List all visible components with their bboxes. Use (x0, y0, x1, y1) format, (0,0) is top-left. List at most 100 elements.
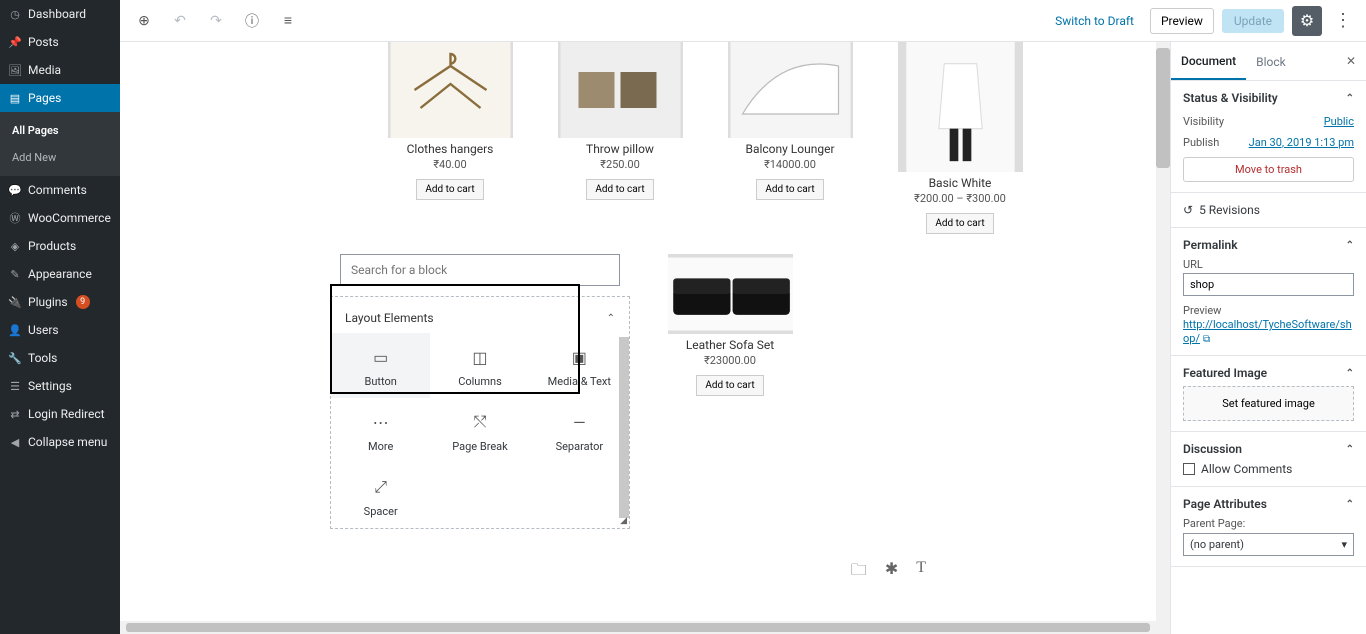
folder-icon[interactable]: 🗀 (851, 559, 867, 586)
external-link-icon: ⧉ (1203, 334, 1210, 345)
menu-collapse[interactable]: ◀Collapse menu (0, 428, 120, 456)
product-title: Balcony Lounger (745, 142, 834, 156)
block-option-more[interactable]: ⋯More (331, 398, 430, 463)
undo-button[interactable]: ↶ (166, 7, 194, 35)
chevron-up-icon[interactable]: ⌃ (1346, 240, 1354, 251)
menu-settings[interactable]: ☰Settings (0, 372, 120, 400)
add-to-cart-button[interactable]: Add to cart (756, 179, 823, 200)
product-price: ₹200.00 – ₹300.00 (914, 192, 1006, 205)
dropdown-icon: ▾ (1341, 538, 1347, 551)
parent-page-select[interactable]: (no parent)▾ (1183, 533, 1354, 556)
menu-plugins[interactable]: 🔌Plugins9 (0, 288, 120, 316)
info-button[interactable]: ⓘ (238, 7, 266, 35)
chevron-up-icon[interactable]: ⌃ (1346, 93, 1354, 104)
revisions-link[interactable]: ↺5 Revisions (1183, 203, 1354, 217)
brush-icon: ✎ (8, 267, 22, 281)
menu-dashboard[interactable]: ◷Dashboard (0, 0, 120, 28)
section-title: Featured Image (1183, 366, 1267, 380)
editor-canvas: Clothes hangers ₹40.00 Add to cart Throw… (120, 42, 1156, 634)
visibility-value-link[interactable]: Public (1324, 115, 1354, 128)
menu-media[interactable]: 🖼Media (0, 56, 120, 84)
product-card: Clothes hangers ₹40.00 Add to cart (380, 42, 520, 234)
add-to-cart-button[interactable]: Add to cart (926, 213, 993, 234)
block-search-input[interactable] (340, 254, 620, 286)
inserter-section-header[interactable]: Layout Elements ⌃ (331, 297, 629, 333)
menu-comments[interactable]: 💬Comments (0, 176, 120, 204)
redo-button[interactable]: ↷ (202, 7, 230, 35)
vertical-scrollbar[interactable] (1156, 42, 1170, 634)
chevron-up-icon[interactable]: ⌃ (1346, 444, 1354, 455)
media-icon: 🖼 (8, 63, 22, 77)
block-option-button[interactable]: ▭Button (331, 333, 430, 398)
settings-gear-button[interactable]: ⚙ (1292, 6, 1322, 36)
publish-date-link[interactable]: Jan 30, 2019 1:13 pm (1249, 136, 1354, 149)
menu-label: Appearance (28, 267, 92, 281)
add-to-cart-button[interactable]: Add to cart (696, 375, 763, 396)
tab-block[interactable]: Block (1246, 43, 1296, 79)
history-icon: ↺ (1183, 203, 1193, 217)
product-title: Clothes hangers (407, 142, 494, 156)
add-to-cart-button[interactable]: Add to cart (416, 179, 483, 200)
chevron-up-icon[interactable]: ⌃ (1346, 368, 1354, 379)
product-card: Basic White ₹200.00 – ₹300.00 Add to car… (890, 42, 1030, 234)
menu-users[interactable]: 👤Users (0, 316, 120, 344)
resize-handle-icon[interactable]: ◢ (620, 516, 627, 526)
text-icon[interactable]: T (916, 559, 926, 586)
section-title: Page Attributes (1183, 497, 1267, 511)
collapse-icon: ◀ (8, 435, 22, 449)
section-title: Discussion (1183, 442, 1242, 456)
preview-button[interactable]: Preview (1150, 8, 1214, 34)
menu-label: Plugins (28, 295, 68, 309)
product-card: Balcony Lounger ₹14000.00 Add to cart (720, 42, 860, 234)
close-panel-button[interactable]: ✕ (1336, 46, 1366, 76)
block-option-columns[interactable]: ◫Columns (430, 333, 529, 398)
spacer-block-icon: ⤢ (374, 475, 387, 499)
menu-login-redirect[interactable]: ⇄ Login Redirect (0, 400, 120, 428)
inserter-scrollbar[interactable] (619, 337, 629, 518)
block-label: More (368, 440, 393, 453)
pages-icon: ▤ (8, 91, 22, 105)
sliders-icon: ☰ (8, 379, 22, 393)
switch-to-draft-link[interactable]: Switch to Draft (1047, 10, 1142, 32)
tab-document[interactable]: Document (1171, 42, 1246, 80)
plugin-icon: 🔌 (8, 295, 22, 309)
permalink-url-input[interactable] (1183, 273, 1354, 296)
block-option-separator[interactable]: —Separator (530, 398, 629, 463)
menu-pages[interactable]: ▤ Pages (0, 84, 120, 112)
menu-label: Login Redirect (28, 407, 105, 421)
redirect-icon: ⇄ (8, 407, 22, 421)
horizontal-scrollbar[interactable] (120, 621, 1156, 634)
submenu-all-pages[interactable]: All Pages (0, 117, 120, 144)
more-options-button[interactable]: ⋮ (1330, 10, 1356, 31)
block-option-page-break[interactable]: ⤲Page Break (430, 398, 529, 463)
update-button[interactable]: Update (1222, 9, 1284, 33)
add-block-button[interactable]: ⊕ (130, 7, 158, 35)
menu-posts[interactable]: 📌Posts (0, 28, 120, 56)
menu-label: Pages (28, 91, 61, 105)
menu-woocommerce[interactable]: ⓌWooCommerce (0, 204, 120, 232)
menu-tools[interactable]: 🔧Tools (0, 344, 120, 372)
menu-label: Tools (28, 351, 57, 365)
outline-button[interactable]: ≡ (274, 7, 302, 35)
user-icon: 👤 (8, 323, 22, 337)
menu-products[interactable]: ◈Products (0, 232, 120, 260)
checkbox-label: Allow Comments (1201, 462, 1292, 476)
product-price: ₹40.00 (433, 158, 466, 171)
gear-small-icon[interactable]: ✱ (885, 559, 898, 586)
block-label: Media & Text (548, 375, 611, 388)
visibility-label: Visibility (1183, 115, 1224, 128)
inserter-section-title: Layout Elements (345, 311, 434, 325)
pin-icon: 📌 (8, 35, 22, 49)
product-row: Clothes hangers ₹40.00 Add to cart Throw… (380, 42, 1116, 234)
menu-appearance[interactable]: ✎ Appearance (0, 260, 120, 288)
url-label: URL (1183, 258, 1354, 271)
block-option-spacer[interactable]: ⤢Spacer (331, 463, 430, 528)
submenu-add-new[interactable]: Add New (0, 144, 120, 171)
set-featured-image-button[interactable]: Set featured image (1183, 386, 1354, 421)
allow-comments-checkbox[interactable]: Allow Comments (1183, 462, 1354, 476)
media-text-block-icon: ▣ (572, 345, 587, 369)
add-to-cart-button[interactable]: Add to cart (586, 179, 653, 200)
block-option-media-text[interactable]: ▣ Media & Text (530, 333, 629, 398)
move-to-trash-button[interactable]: Move to trash (1183, 157, 1354, 182)
chevron-up-icon[interactable]: ⌃ (1346, 499, 1354, 510)
